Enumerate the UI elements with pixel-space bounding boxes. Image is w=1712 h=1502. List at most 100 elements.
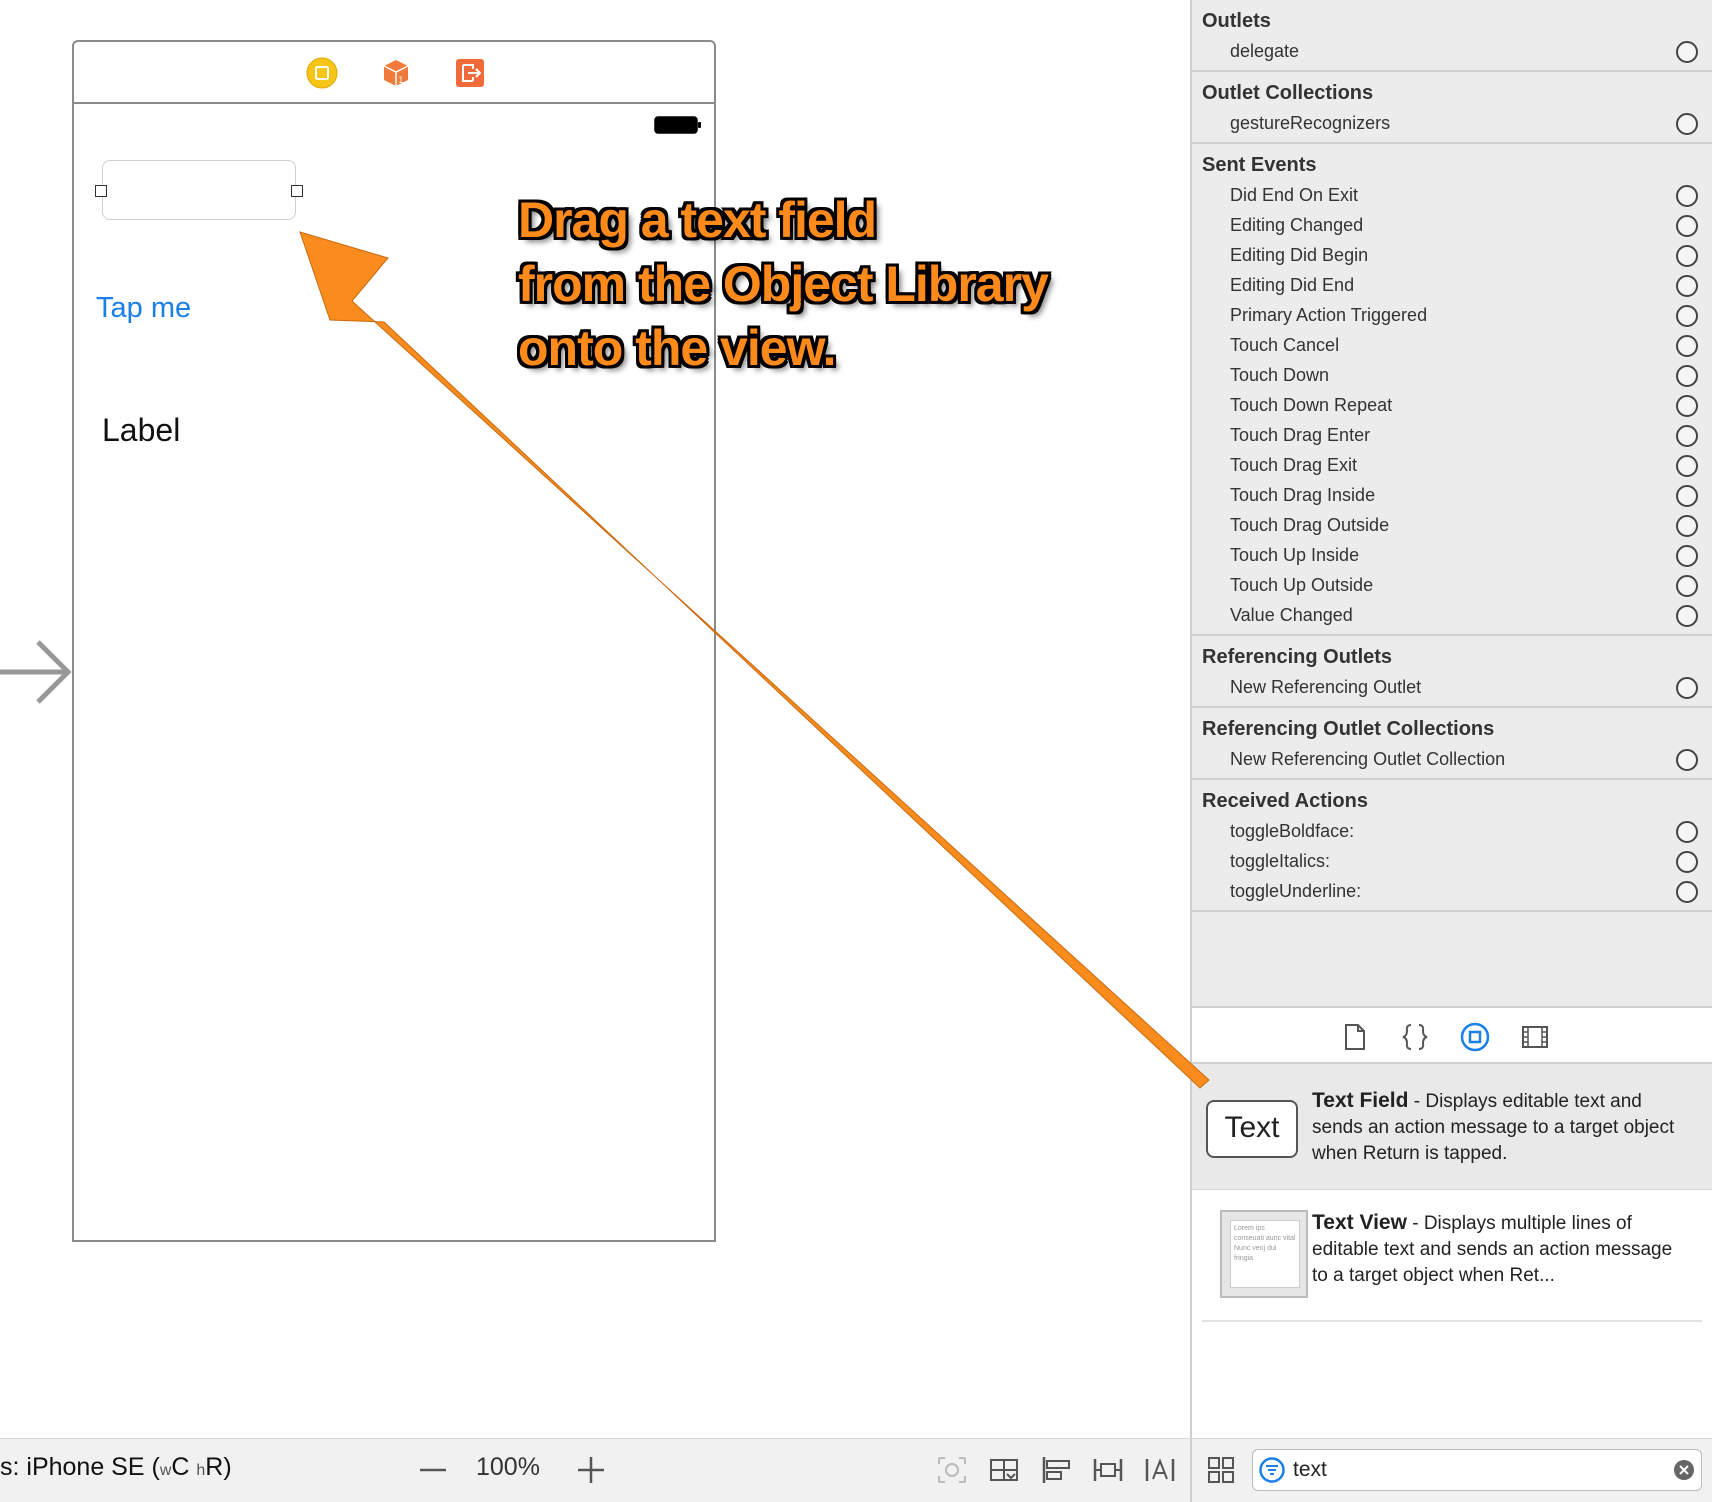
- connection-label: New Referencing Outlet: [1230, 677, 1422, 697]
- text-view-thumbnail-text: Lorem ips conseuati aunc vital Nunc venj…: [1230, 1220, 1300, 1288]
- grid-view-icon[interactable]: [1206, 1455, 1236, 1485]
- connection-row: Touch Up Inside: [1192, 540, 1712, 570]
- sent-events-section: Sent Events Did End On Exit Editing Chan…: [1192, 144, 1712, 636]
- entry-point-arrow-icon[interactable]: [0, 636, 72, 708]
- connection-row: Editing Changed: [1192, 210, 1712, 240]
- connection-circle-icon[interactable]: [1676, 821, 1698, 843]
- connection-circle-icon[interactable]: [1676, 395, 1698, 417]
- connection-circle-icon[interactable]: [1676, 485, 1698, 507]
- connection-label: Editing Did End: [1230, 275, 1355, 295]
- connection-circle-icon[interactable]: [1676, 749, 1698, 771]
- connection-row: toggleItalics:: [1192, 846, 1712, 876]
- connection-label: Did End On Exit: [1230, 185, 1359, 205]
- clear-search-icon[interactable]: [1673, 1459, 1695, 1481]
- connection-circle-icon[interactable]: [1676, 335, 1698, 357]
- connection-label: Touch Up Outside: [1230, 575, 1374, 595]
- view-controller-icon[interactable]: [306, 57, 338, 89]
- connection-circle-icon[interactable]: [1676, 365, 1698, 387]
- connection-row: Touch Cancel: [1192, 330, 1712, 360]
- library-item-description: Text Field - Displays editable text and …: [1312, 1088, 1682, 1167]
- zoom-out-icon[interactable]: [418, 1455, 448, 1485]
- connection-circle-icon[interactable]: [1676, 305, 1698, 327]
- section-title: Received Actions: [1202, 790, 1368, 812]
- connection-circle-icon[interactable]: [1676, 425, 1698, 447]
- resize-handle-right[interactable]: [291, 185, 303, 197]
- connection-row: Touch Down: [1192, 360, 1712, 390]
- connection-circle-icon[interactable]: [1676, 545, 1698, 567]
- connection-label: Touch Drag Inside: [1230, 485, 1376, 505]
- connection-label: gestureRecognizers: [1230, 113, 1391, 133]
- connection-label: Touch Drag Exit: [1230, 455, 1358, 475]
- exit-icon[interactable]: [454, 57, 486, 89]
- add-constraints-icon[interactable]: [1092, 1455, 1124, 1485]
- connection-circle-icon[interactable]: [1676, 881, 1698, 903]
- library-item-name: Text Field: [1312, 1089, 1409, 1112]
- scene-dock: 1: [74, 42, 714, 104]
- library-item-text-field[interactable]: Text Text Field - Displays editable text…: [1192, 1064, 1712, 1190]
- connection-label: Touch Down Repeat: [1230, 395, 1393, 415]
- library-item-text-view[interactable]: Lorem ips conseuati aunc vital Nunc venj…: [1202, 1190, 1702, 1322]
- utilities-panel: Outlets delegate Outlet Collections gest…: [1190, 0, 1712, 1502]
- connection-label: toggleItalics:: [1230, 851, 1331, 871]
- connection-circle-icon[interactable]: [1676, 851, 1698, 873]
- connection-circle-icon[interactable]: [1676, 215, 1698, 237]
- connection-row: Primary Action Triggered: [1192, 300, 1712, 330]
- connection-label: Editing Changed: [1230, 215, 1364, 235]
- zoom-in-icon[interactable]: [576, 1455, 606, 1485]
- zoom-level: 100%: [476, 1453, 540, 1481]
- align-icon[interactable]: [1040, 1455, 1072, 1485]
- connection-label: Primary Action Triggered: [1230, 305, 1428, 325]
- section-title: Referencing Outlet Collections: [1202, 718, 1495, 740]
- connection-circle-icon[interactable]: [1676, 605, 1698, 627]
- connection-row: gestureRecognizers: [1192, 108, 1712, 138]
- connection-row: Touch Down Repeat: [1192, 390, 1712, 420]
- section-title: Referencing Outlets: [1202, 646, 1393, 668]
- connection-label: Touch Down: [1230, 365, 1330, 385]
- connection-row: delegate: [1192, 36, 1712, 66]
- connection-circle-icon[interactable]: [1676, 41, 1698, 63]
- connection-circle-icon[interactable]: [1676, 245, 1698, 267]
- connection-row: Touch Drag Exit: [1192, 450, 1712, 480]
- connection-circle-icon[interactable]: [1676, 575, 1698, 597]
- connection-label: toggleUnderline:: [1230, 881, 1362, 901]
- callout-line: onto the view.: [518, 320, 837, 376]
- connection-circle-icon[interactable]: [1676, 515, 1698, 537]
- height-class-prefix: h: [196, 1462, 206, 1479]
- connection-circle-icon[interactable]: [1676, 185, 1698, 207]
- code-snippet-icon[interactable]: [1400, 1022, 1430, 1052]
- connection-row: Touch Up Outside: [1192, 570, 1712, 600]
- connections-inspector: Outlets delegate Outlet Collections gest…: [1192, 0, 1712, 912]
- device-configuration[interactable]: s: iPhone SE (wC hR): [0, 1453, 232, 1482]
- file-template-icon[interactable]: [1340, 1022, 1370, 1052]
- received-actions-section: Received Actions toggleBoldface: toggleI…: [1192, 780, 1712, 912]
- section-title: Outlets: [1202, 10, 1271, 32]
- connection-circle-icon[interactable]: [1676, 113, 1698, 135]
- object-library-icon[interactable]: [1460, 1022, 1490, 1052]
- text-field-thumbnail: Text: [1206, 1100, 1298, 1158]
- text-view-thumbnail: Lorem ips conseuati aunc vital Nunc venj…: [1220, 1210, 1308, 1298]
- update-frames-icon[interactable]: [936, 1455, 968, 1485]
- connection-label: Touch Drag Enter: [1230, 425, 1371, 445]
- library-tab-bar: [1192, 1006, 1712, 1064]
- callout-line: from the Object Library: [518, 256, 1049, 312]
- label-view[interactable]: Label: [102, 412, 180, 449]
- connection-circle-icon[interactable]: [1676, 455, 1698, 477]
- height-class: R): [205, 1453, 232, 1481]
- text-field-placeholder[interactable]: [95, 160, 303, 220]
- connection-circle-icon[interactable]: [1676, 275, 1698, 297]
- connection-circle-icon[interactable]: [1676, 677, 1698, 699]
- resolve-issues-icon[interactable]: [1144, 1455, 1176, 1485]
- first-responder-icon[interactable]: 1: [380, 57, 412, 89]
- tap-me-button[interactable]: Tap me: [96, 292, 191, 325]
- connection-row: New Referencing Outlet: [1192, 672, 1712, 702]
- filter-icon[interactable]: [1259, 1457, 1285, 1483]
- search-input[interactable]: [1293, 1456, 1653, 1484]
- connection-label: delegate: [1230, 41, 1300, 61]
- embed-in-stack-icon[interactable]: [988, 1455, 1020, 1485]
- connection-label: Touch Cancel: [1230, 335, 1340, 355]
- library-search-field[interactable]: [1252, 1449, 1702, 1491]
- media-library-icon[interactable]: [1520, 1022, 1550, 1052]
- callout-line: Drag a text field: [518, 192, 877, 248]
- section-title: Sent Events: [1202, 154, 1317, 176]
- resize-handle-left[interactable]: [95, 185, 107, 197]
